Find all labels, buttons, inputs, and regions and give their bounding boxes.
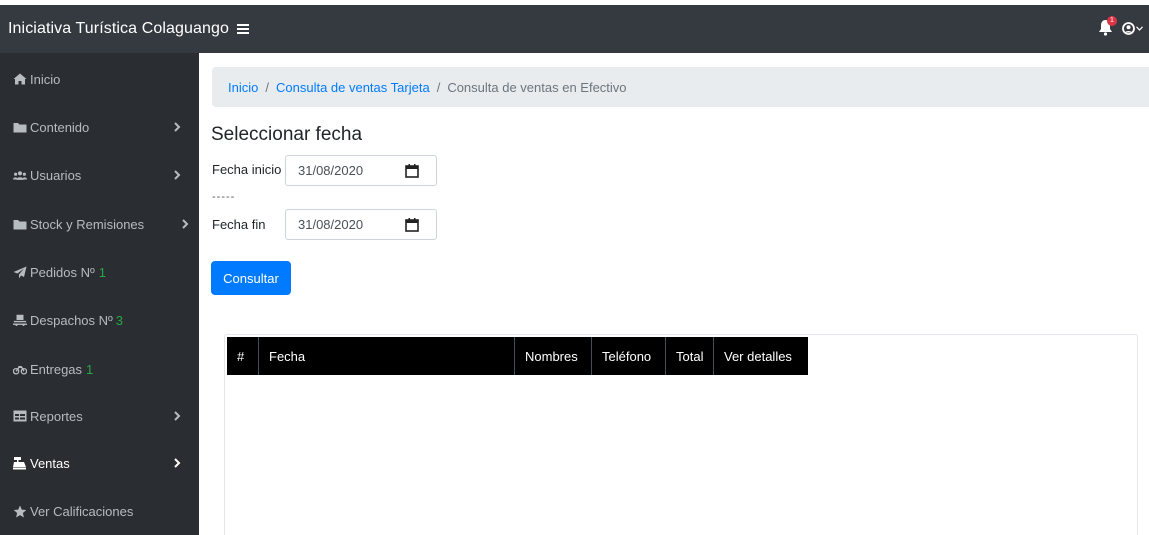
breadcrumb-separator: /	[265, 79, 269, 95]
chevron-right-icon	[174, 170, 181, 180]
motorcycle-icon	[13, 362, 27, 376]
calendar-icon[interactable]	[405, 218, 419, 232]
sidebar-item-label: Stock y Remisiones	[30, 216, 145, 232]
home-icon	[13, 72, 27, 86]
start-date-input[interactable]: 31/08/2020	[285, 155, 437, 186]
chevron-right-icon	[174, 411, 181, 421]
user-circle-icon	[1122, 21, 1135, 35]
breadcrumb: Inicio / Consulta de ventas Tarjeta / Co…	[212, 67, 1149, 107]
sidebar-item-ver-calificaciones[interactable]: Ver Calificaciones	[0, 491, 199, 531]
sidebar-item-inicio[interactable]: Inicio	[0, 59, 199, 99]
column-header-telefono[interactable]: Teléfono	[592, 337, 666, 375]
chevron-right-icon	[174, 122, 181, 132]
sidebar-item-usuarios[interactable]: Usuarios	[0, 155, 199, 195]
despachos-count: 3	[115, 312, 124, 328]
chevron-right-icon	[182, 219, 189, 229]
notifications-button[interactable]: 1	[1098, 16, 1117, 37]
chevron-down-icon	[1136, 25, 1143, 31]
pedidos-count: 1	[98, 264, 106, 280]
end-date-input[interactable]: 31/08/2020	[285, 209, 437, 240]
breadcrumb-separator: /	[436, 79, 441, 95]
column-header-fecha[interactable]: Fecha	[259, 337, 515, 375]
start-date-value: 31/08/2020	[298, 163, 364, 178]
sidebar-item-entregas[interactable]: Entregas 1	[0, 349, 199, 389]
notification-badge: 1	[1107, 16, 1117, 26]
sidebar-item-label: Inicio	[30, 71, 61, 87]
sidebar-item-stock-remisiones[interactable]: Stock y Remisiones	[0, 204, 199, 244]
column-header-nombres[interactable]: Nombres	[515, 337, 592, 375]
star-icon	[13, 504, 27, 518]
sidebar-item-ventas[interactable]: Ventas	[0, 443, 199, 483]
top-navbar: Iniciativa Turística Colaguango 1	[0, 0, 1149, 53]
user-menu-button[interactable]	[1122, 21, 1143, 35]
folder-icon	[13, 120, 27, 134]
navbar-actions: 1	[1098, 16, 1143, 37]
sidebar-item-label: Reportes	[30, 408, 83, 424]
chevron-right-icon	[174, 458, 181, 468]
sidebar-item-despachos[interactable]: Despachos Nº 3	[0, 300, 199, 340]
start-date-label: Fecha inicio	[212, 162, 282, 177]
table-icon	[13, 409, 27, 423]
calendar-icon[interactable]	[405, 164, 419, 178]
users-icon	[13, 168, 27, 182]
sidebar: Inicio Contenido Usuarios Stock y Remisi…	[0, 53, 199, 535]
dolly-icon	[13, 313, 27, 327]
consultar-button[interactable]: Consultar	[211, 261, 291, 295]
folder-icon	[13, 217, 27, 231]
end-date-value: 31/08/2020	[298, 217, 364, 232]
hamburger-icon[interactable]	[237, 21, 249, 38]
date-divider: -----	[212, 191, 236, 203]
column-header-total[interactable]: Total	[666, 337, 714, 375]
sidebar-item-label: Pedidos Nº	[30, 264, 95, 280]
table-header: # Fecha Nombres Teléfono Total Ver detal…	[227, 337, 808, 375]
column-header-ver-detalles[interactable]: Ver detalles	[714, 337, 808, 375]
sidebar-item-label: Contenido	[30, 119, 90, 135]
sidebar-item-label: Despachos Nº	[30, 312, 113, 328]
sidebar-item-contenido[interactable]: Contenido	[0, 107, 199, 147]
entregas-count: 1	[86, 361, 94, 377]
sidebar-item-label: Ver Calificaciones	[30, 503, 134, 519]
column-header-number[interactable]: #	[227, 337, 259, 375]
sidebar-item-label: Ventas	[30, 455, 70, 471]
sidebar-item-pedidos[interactable]: Pedidos Nº 1	[0, 252, 199, 292]
sidebar-item-reportes[interactable]: Reportes	[0, 396, 199, 436]
breadcrumb-current: Consulta de ventas en Efectivo	[447, 79, 627, 95]
results-card: # Fecha Nombres Teléfono Total Ver detal…	[224, 334, 1138, 535]
end-date-label: Fecha fin	[212, 217, 266, 232]
sidebar-item-label: Usuarios	[30, 167, 82, 183]
cash-register-icon	[13, 456, 27, 470]
paper-plane-icon	[13, 265, 27, 279]
page-title: Seleccionar fecha	[211, 124, 363, 145]
sidebar-item-label: Entregas	[30, 361, 83, 377]
breadcrumb-link-ventas-tarjeta[interactable]: Consulta de ventas Tarjeta	[276, 80, 430, 95]
breadcrumb-link-inicio[interactable]: Inicio	[228, 80, 258, 95]
app-title[interactable]: Iniciativa Turística Colaguango	[8, 20, 229, 38]
